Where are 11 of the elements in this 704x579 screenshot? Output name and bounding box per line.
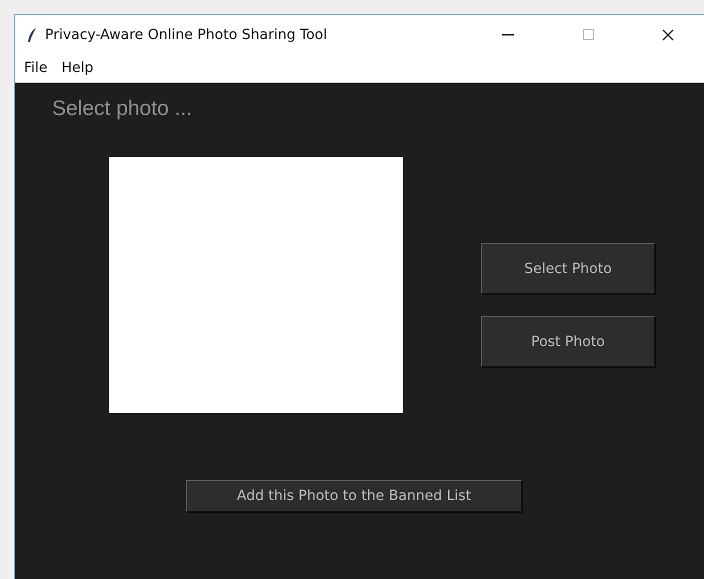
menu-item[interactable]: Help bbox=[61, 60, 94, 76]
menu-item[interactable]: File bbox=[24, 60, 48, 76]
action-button[interactable]: Add this Photo to the Banned List bbox=[186, 480, 522, 512]
action-button[interactable]: Post Photo bbox=[481, 316, 655, 367]
maximize-icon bbox=[582, 29, 594, 40]
close-icon bbox=[662, 28, 674, 40]
feather-icon bbox=[27, 26, 37, 42]
action-button[interactable]: Select Photo bbox=[481, 243, 655, 294]
minimize-icon bbox=[502, 34, 514, 36]
window-title: Privacy-Aware Online Photo Sharing Tool bbox=[45, 26, 328, 42]
heading: Select photo ... bbox=[52, 97, 194, 121]
